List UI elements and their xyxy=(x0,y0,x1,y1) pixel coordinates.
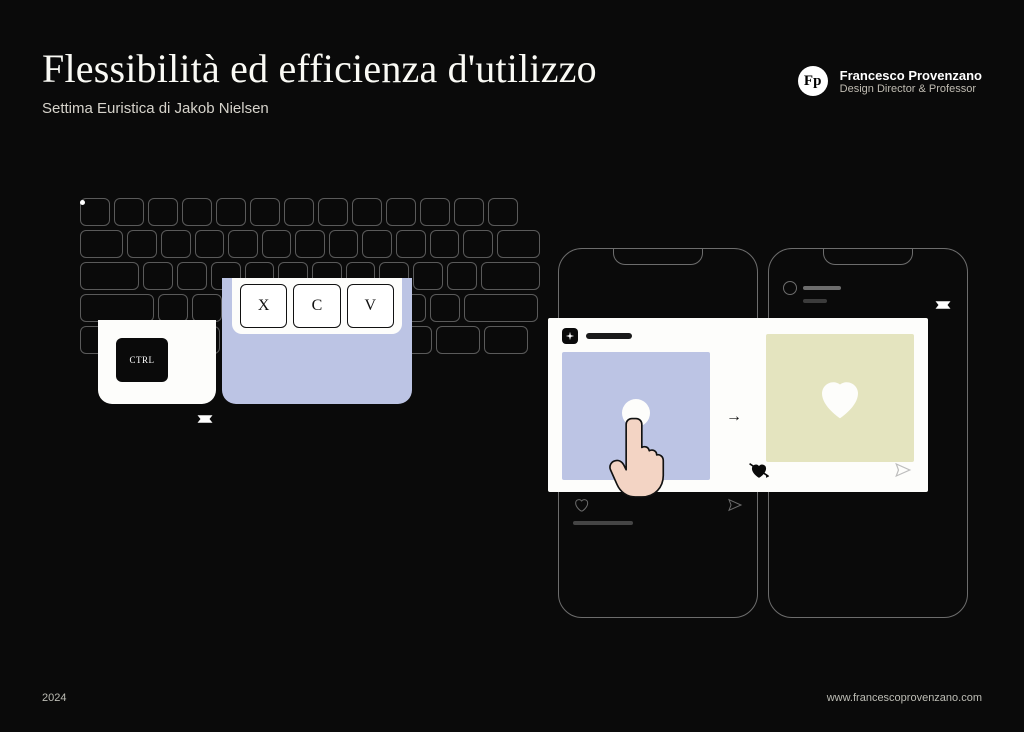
ribbon-icon xyxy=(196,412,214,426)
avatar-outline-icon xyxy=(783,281,797,295)
heart-filled-icon xyxy=(813,371,867,425)
gesture-overlay-card: → xyxy=(548,318,928,492)
phone-notch xyxy=(823,249,913,265)
send-outline-icon xyxy=(727,497,743,513)
illustration-stage: CTRL X C V xyxy=(0,0,1024,732)
footer: 2024 www.francescoprovenzano.com xyxy=(42,692,982,704)
overlay-username-bar xyxy=(586,333,632,339)
pointing-hand-icon xyxy=(608,412,674,502)
heart-outline-icon xyxy=(573,497,589,513)
ctrl-key-callout: CTRL xyxy=(98,320,216,404)
send-icon xyxy=(894,461,912,484)
sparkle-avatar-icon xyxy=(562,328,578,344)
liked-tile xyxy=(766,334,914,462)
phone-notch xyxy=(613,249,703,265)
key-c: C xyxy=(293,284,340,328)
heart-struck-icon xyxy=(748,459,770,486)
xcv-keys-callout: X C V xyxy=(222,278,412,404)
ctrl-key: CTRL xyxy=(116,338,168,382)
footer-year: 2024 xyxy=(42,692,66,704)
key-x: X xyxy=(240,284,287,328)
key-v: V xyxy=(347,284,394,328)
double-tap-tile xyxy=(562,352,710,480)
arrow-right-icon: → xyxy=(726,408,742,426)
decor-dot xyxy=(80,200,85,205)
footer-url: www.francescoprovenzano.com xyxy=(827,692,982,704)
overlay-post-header xyxy=(562,328,632,344)
overlay-footer xyxy=(748,459,912,486)
